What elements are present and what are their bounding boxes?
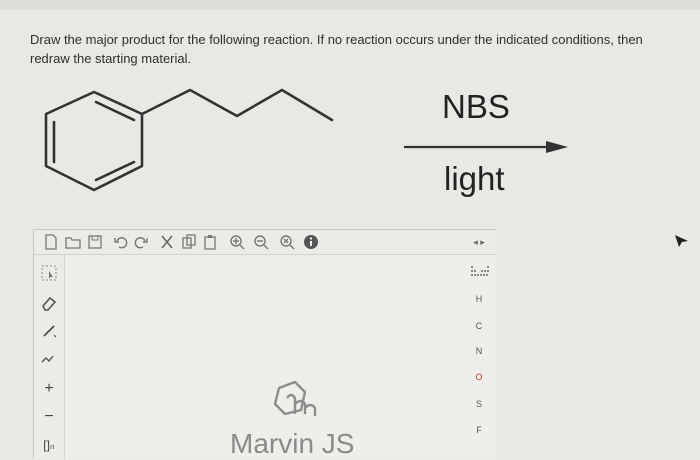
top-band [0, 0, 700, 10]
question-text: Draw the major product for the following… [30, 32, 643, 66]
single-bond-icon[interactable] [39, 321, 59, 341]
eraser-icon[interactable] [39, 293, 59, 313]
cut-icon[interactable] [158, 233, 176, 251]
periodic-table-icon[interactable] [470, 265, 490, 279]
info-icon[interactable] [302, 233, 320, 251]
paste-icon[interactable] [202, 233, 220, 251]
marvin-logo-icon [273, 380, 317, 416]
mouse-cursor-icon [675, 235, 688, 247]
reaction-scheme: NBS light [0, 80, 700, 230]
bracket-icon[interactable]: []ₙ [39, 435, 59, 455]
new-document-icon[interactable] [42, 233, 60, 251]
element-n[interactable]: N [462, 346, 496, 356]
element-toolbar: ◂ ▸ H C N O S F [462, 229, 496, 458]
zoom-reset-icon[interactable] [278, 233, 296, 251]
zoom-in-icon[interactable] [228, 233, 246, 251]
minus-charge-icon[interactable]: − [39, 407, 59, 427]
editor-left-toolbar: + − []ₙ [34, 255, 65, 459]
element-h[interactable]: H [462, 294, 496, 304]
undo-icon[interactable] [112, 233, 130, 251]
save-icon[interactable] [86, 233, 104, 251]
select-icon[interactable] [39, 263, 59, 283]
copy-icon[interactable] [180, 233, 198, 251]
element-o[interactable]: O [462, 372, 496, 382]
plus-charge-icon[interactable]: + [39, 379, 59, 399]
reaction-arrow [404, 141, 568, 153]
editor-top-toolbar [34, 230, 497, 255]
element-s[interactable]: S [462, 399, 496, 409]
open-icon[interactable] [64, 233, 82, 251]
chain-icon[interactable] [39, 348, 59, 368]
marvin-editor[interactable]: + − []ₙ Marvin JS [33, 229, 498, 459]
zoom-out-icon[interactable] [252, 233, 270, 251]
drawing-canvas[interactable]: Marvin JS [65, 255, 497, 459]
expand-arrows-icon[interactable]: ◂ ▸ [462, 237, 496, 248]
element-c[interactable]: C [462, 321, 496, 331]
right-margin [496, 229, 700, 458]
marvin-brand: Marvin JS [230, 428, 355, 459]
reagent-light: light [444, 160, 505, 197]
redo-icon[interactable] [132, 233, 150, 251]
element-f[interactable]: F [462, 425, 496, 435]
